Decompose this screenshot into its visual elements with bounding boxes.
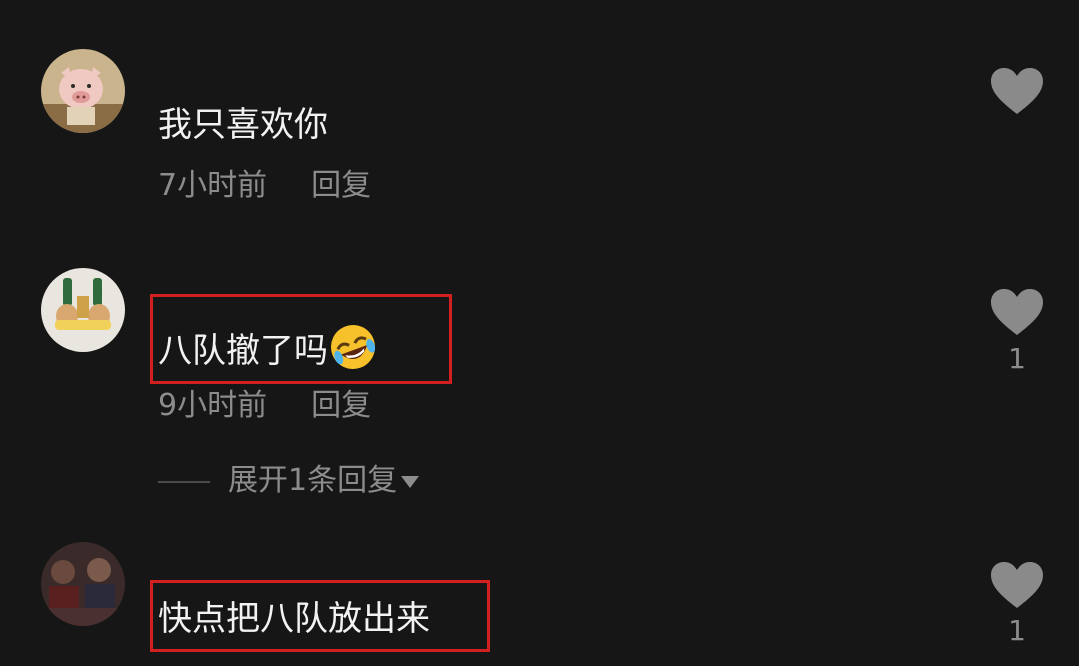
avatar[interactable] [41,49,125,133]
heart-icon [991,68,1043,114]
comment-text-content: 八队撤了吗 [158,331,328,371]
comment-text: 八队撤了吗 [158,322,378,373]
comment-meta: 9小时前 回复 [158,386,371,426]
divider-line [158,480,210,483]
like-count: 1 [1008,614,1026,647]
rofl-laughing-emoji [331,325,376,369]
avatar[interactable] [41,542,125,626]
heart-icon [991,562,1043,608]
reply-button[interactable]: 回复 [311,168,371,203]
comment-time: 7小时前 [158,168,268,203]
comment-text: 我只喜欢你 [158,105,328,145]
comment-text: 快点把八队放出来 [158,599,430,639]
like-button[interactable] [990,289,1044,337]
like-button[interactable] [990,68,1044,116]
comment-time: 9小时前 [158,388,268,423]
like-count: 1 [1008,342,1026,375]
comment-meta: 7小时前 回复 [158,166,371,206]
expand-replies-label: 展开1条回复 [228,463,398,498]
heart-icon [991,289,1043,335]
expand-replies-button[interactable]: 展开1条回复 [158,461,420,501]
reply-button[interactable]: 回复 [311,388,371,423]
avatar[interactable] [41,268,125,352]
like-button[interactable] [990,562,1044,610]
chevron-down-icon [401,475,420,488]
